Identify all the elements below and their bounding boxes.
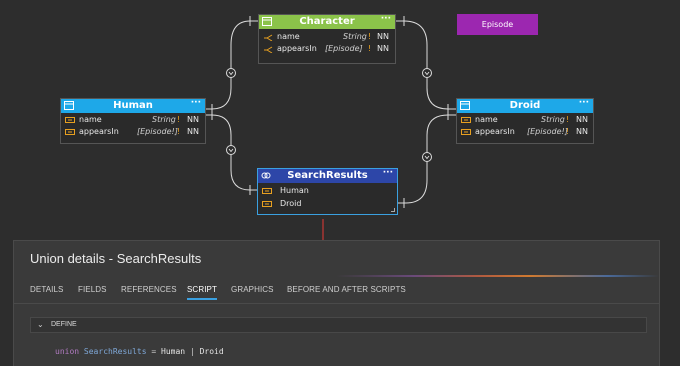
entity-title: Episode <box>481 20 514 29</box>
tab-references[interactable]: REFERENCES <box>121 285 177 294</box>
tab-details[interactable]: DETAILS <box>30 285 63 294</box>
script-code[interactable]: union SearchResults = Human | Droid <box>55 347 224 356</box>
field-row[interactable]: appearsIn [Episode!] ! NN <box>61 126 205 138</box>
entity-title: Character <box>299 16 355 27</box>
implements-icon <box>264 46 273 53</box>
entity-title: Human <box>113 100 153 111</box>
divider <box>14 303 659 304</box>
field-icon <box>65 129 75 135</box>
entity-human[interactable]: Human ··· name String ! NN appearsIn [Ep… <box>60 98 206 144</box>
resize-handle-icon[interactable] <box>391 208 395 212</box>
union-member-row[interactable]: Human <box>258 185 397 197</box>
red-arrow-icon <box>322 219 324 240</box>
object-type-icon <box>64 101 74 110</box>
tab-graphics[interactable]: GRAPHICS <box>231 285 274 294</box>
tab-fields[interactable]: FIELDS <box>78 285 107 294</box>
collapse-circle-icon <box>226 145 236 155</box>
entity-menu-icon[interactable]: ··· <box>381 12 391 26</box>
field-row[interactable]: appearsIn [Episode!] ! NN <box>457 126 593 138</box>
entity-title: Droid <box>509 100 541 111</box>
entity-episode[interactable]: Episode <box>457 14 538 35</box>
field-icon <box>461 129 471 135</box>
field-row[interactable]: name String ! NN <box>457 114 593 126</box>
field-row[interactable]: name String ! NN <box>259 31 395 43</box>
tab-before-after-scripts[interactable]: BEFORE AND AFTER SCRIPTS <box>287 285 406 294</box>
union-details-panel: Union details - SearchResults DETAILS FI… <box>13 240 660 366</box>
entity-searchresults[interactable]: SearchResults ··· Human Droid <box>257 168 398 215</box>
entity-header[interactable]: Character ··· <box>259 12 395 29</box>
field-icon <box>262 201 272 207</box>
link-character-droid <box>396 20 456 110</box>
link-character-human <box>206 20 258 110</box>
field-icon <box>65 117 75 123</box>
collapse-circle-icon <box>226 68 236 78</box>
entity-header[interactable]: SearchResults ··· <box>258 166 397 183</box>
define-section-header[interactable]: ⌄ DEFINE <box>30 317 647 333</box>
field-row[interactable]: name String ! NN <box>61 114 205 126</box>
field-icon <box>461 117 471 123</box>
section-label: DEFINE <box>51 321 77 328</box>
entity-menu-icon[interactable]: ··· <box>579 96 589 110</box>
diagram-canvas[interactable]: Character ··· name String ! NN appearsIn… <box>0 0 680 240</box>
entity-character[interactable]: Character ··· name String ! NN appearsIn… <box>258 14 396 64</box>
entity-header[interactable]: Droid ··· <box>457 96 593 113</box>
implements-icon <box>264 34 273 41</box>
field-icon <box>262 188 272 194</box>
panel-title: Union details - SearchResults <box>30 251 202 266</box>
collapse-circle-icon <box>422 68 432 78</box>
field-row[interactable]: appearsIn [Episode] ! NN <box>259 43 395 55</box>
entity-title: SearchResults <box>287 170 368 181</box>
collapse-circle-icon <box>422 152 432 162</box>
entity-menu-icon[interactable]: ··· <box>383 166 393 180</box>
union-icon <box>261 172 271 179</box>
object-type-icon <box>460 101 470 110</box>
tab-script[interactable]: SCRIPT <box>187 285 217 300</box>
union-member-row[interactable]: Droid <box>258 198 397 210</box>
entity-droid[interactable]: Droid ··· name String ! NN appearsIn [Ep… <box>456 98 594 144</box>
entity-menu-icon[interactable]: ··· <box>191 96 201 110</box>
interface-icon <box>262 17 272 26</box>
accent-bar <box>14 275 659 277</box>
entity-header[interactable]: Human ··· <box>61 96 205 113</box>
tab-bar: DETAILS FIELDS REFERENCES SCRIPT GRAPHIC… <box>14 285 659 301</box>
chevron-down-icon[interactable]: ⌄ <box>37 320 44 329</box>
